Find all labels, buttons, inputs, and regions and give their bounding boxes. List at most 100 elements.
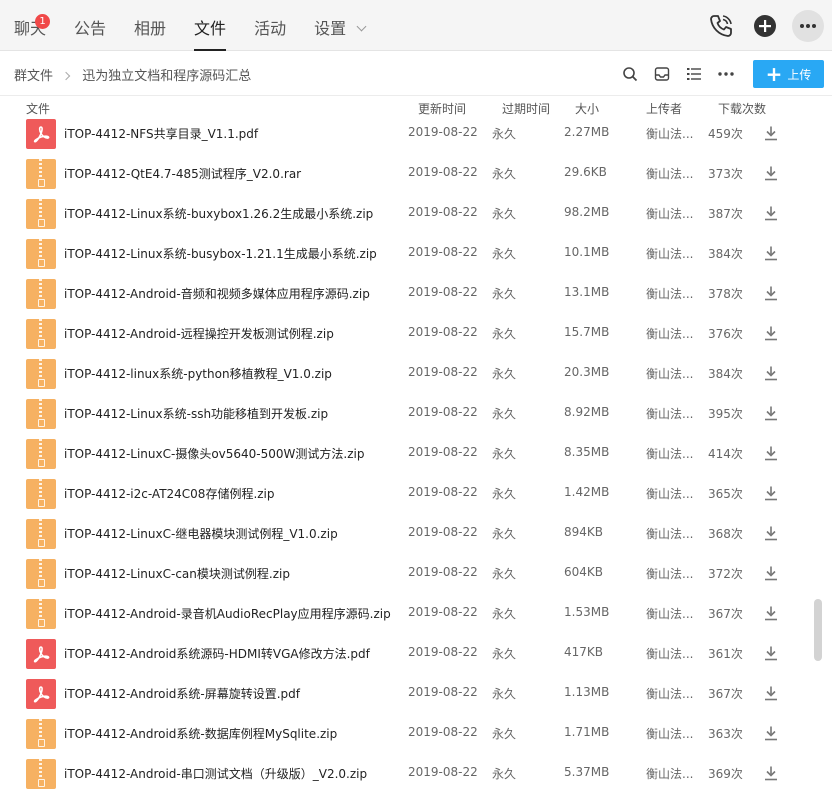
download-icon[interactable] — [763, 445, 779, 461]
phone-icon[interactable] — [706, 11, 736, 41]
table-row[interactable]: iTOP-4412-Linux系统-buxybox1.26.2生成最小系统.zi… — [0, 198, 810, 238]
download-icon[interactable] — [763, 125, 779, 141]
search-icon[interactable] — [619, 63, 641, 85]
table-row[interactable]: iTOP-4412-Android-远程操控开发板测试例程.zip 2019-08… — [0, 318, 810, 358]
pdf-file-icon — [26, 679, 56, 709]
download-icon[interactable] — [763, 685, 779, 701]
upload-button[interactable]: + 上传 — [753, 60, 824, 88]
more-icon[interactable] — [715, 63, 737, 85]
download-icon[interactable] — [763, 245, 779, 261]
zip-file-icon — [26, 199, 56, 229]
file-download-count: 378次 — [708, 287, 743, 301]
table-row[interactable]: iTOP-4412-QtE4.7-485测试程序_V2.0.rar 2019-08… — [0, 158, 810, 198]
scroll-thumb[interactable] — [814, 599, 822, 661]
file-updated-date: 2019-08-22 — [408, 725, 478, 739]
file-name[interactable]: iTOP-4412-LinuxC-can模块测试例程.zip — [64, 565, 290, 582]
file-name[interactable]: iTOP-4412-Android系统-数据库例程MySqlite.zip — [64, 725, 337, 742]
table-row[interactable]: iTOP-4412-Android系统源码-HDMI转VGA修改方法.pdf 20… — [0, 638, 810, 678]
file-name[interactable]: iTOP-4412-LinuxC-摄像头ov5640-500W测试方法.zip — [64, 445, 364, 462]
download-icon[interactable] — [763, 165, 779, 181]
file-updated-date: 2019-08-22 — [408, 765, 478, 779]
table-row[interactable]: iTOP-4412-Android系统-数据库例程MySqlite.zip 201… — [0, 718, 810, 758]
download-icon[interactable] — [763, 525, 779, 541]
file-name[interactable]: iTOP-4412-Android系统源码-HDMI转VGA修改方法.pdf — [64, 645, 370, 662]
file-name[interactable]: iTOP-4412-Linux系统-ssh功能移植到开发板.zip — [64, 405, 328, 422]
download-icon[interactable] — [763, 605, 779, 621]
tab-files[interactable]: 文件 — [180, 0, 240, 51]
tab-album[interactable]: 相册 — [120, 0, 180, 51]
table-row[interactable]: iTOP-4412-LinuxC-can模块测试例程.zip 2019-08-22… — [0, 558, 810, 598]
download-icon[interactable] — [763, 325, 779, 341]
file-updated-date: 2019-08-22 — [408, 245, 478, 259]
file-name[interactable]: iTOP-4412-Android-远程操控开发板测试例程.zip — [64, 325, 334, 342]
table-row[interactable]: iTOP-4412-Linux系统-busybox-1.21.1生成最小系统.z… — [0, 238, 810, 278]
download-icon[interactable] — [763, 365, 779, 381]
tab-chat[interactable]: 聊天 1 — [0, 0, 60, 51]
column-header-updated[interactable]: 更新时间 — [418, 100, 466, 117]
column-header-uploader[interactable]: 上传者 — [646, 100, 682, 117]
file-expiration: 永久 — [492, 687, 517, 701]
file-name[interactable]: iTOP-4412-i2c-AT24C08存储例程.zip — [64, 485, 275, 502]
file-size: 1.71MB — [564, 725, 610, 739]
file-uploader: 衡山法... — [646, 527, 694, 541]
column-header-name[interactable]: 文件 — [26, 100, 50, 117]
file-name[interactable]: iTOP-4412-Android-录音机AudioRecPlay应用程序源码.… — [64, 605, 391, 622]
download-icon[interactable] — [763, 645, 779, 661]
file-expiration: 永久 — [492, 767, 517, 781]
download-icon[interactable] — [763, 405, 779, 421]
table-row[interactable]: iTOP-4412-Android-音频和视频多媒体应用程序源码.zip 2019… — [0, 278, 810, 318]
tab-settings[interactable]: 设置 — [300, 0, 379, 51]
file-download-count: 369次 — [708, 767, 743, 781]
file-size: 98.2MB — [564, 205, 610, 219]
inbox-icon[interactable] — [651, 63, 673, 85]
table-row[interactable]: iTOP-4412-Linux系统-ssh功能移植到开发板.zip 2019-08… — [0, 398, 810, 438]
more-icon[interactable] — [792, 9, 824, 42]
file-expiration: 永久 — [492, 127, 517, 141]
file-updated-date: 2019-08-22 — [408, 565, 478, 579]
download-icon[interactable] — [763, 485, 779, 501]
breadcrumb-root[interactable]: 群文件 — [14, 69, 53, 84]
file-download-count: 384次 — [708, 247, 743, 261]
file-name[interactable]: iTOP-4412-Linux系统-busybox-1.21.1生成最小系统.z… — [64, 245, 377, 262]
column-header-size[interactable]: 大小 — [575, 100, 599, 117]
download-icon[interactable] — [763, 725, 779, 741]
add-circle-icon[interactable] — [750, 11, 780, 41]
file-uploader: 衡山法... — [646, 287, 694, 301]
table-row[interactable]: iTOP-4412-LinuxC-摄像头ov5640-500W测试方法.zip 2… — [0, 438, 810, 478]
file-name[interactable]: iTOP-4412-Linux系统-buxybox1.26.2生成最小系统.zi… — [64, 205, 373, 222]
file-name[interactable]: iTOP-4412-Android-串口测试文档（升级版）_V2.0.zip — [64, 765, 367, 782]
tab-label: 设置 — [314, 19, 347, 38]
table-row[interactable]: iTOP-4412-linux系统-python移植教程_V1.0.zip 201… — [0, 358, 810, 398]
file-expiration: 永久 — [492, 527, 517, 541]
column-header-downloads[interactable]: 下载次数 — [718, 100, 766, 117]
tab-label: 公告 — [74, 19, 107, 38]
table-row[interactable]: iTOP-4412-Android-串口测试文档（升级版）_V2.0.zip 20… — [0, 758, 810, 794]
table-row[interactable]: iTOP-4412-i2c-AT24C08存储例程.zip 2019-08-22 永… — [0, 478, 810, 518]
file-name[interactable]: iTOP-4412-Android系统-屏幕旋转设置.pdf — [64, 685, 300, 702]
table-row[interactable]: iTOP-4412-Android-录音机AudioRecPlay应用程序源码.… — [0, 598, 810, 638]
upload-label: 上传 — [787, 67, 812, 82]
file-expiration: 永久 — [492, 327, 517, 341]
file-name[interactable]: iTOP-4412-linux系统-python移植教程_V1.0.zip — [64, 365, 332, 382]
file-name[interactable]: iTOP-4412-LinuxC-继电器模块测试例程_V1.0.zip — [64, 525, 338, 542]
file-name[interactable]: iTOP-4412-QtE4.7-485测试程序_V2.0.rar — [64, 165, 301, 182]
file-name[interactable]: iTOP-4412-NFS共享目录_V1.1.pdf — [64, 125, 258, 142]
download-icon[interactable] — [763, 565, 779, 581]
table-row[interactable]: iTOP-4412-LinuxC-继电器模块测试例程_V1.0.zip 2019-… — [0, 518, 810, 558]
table-row[interactable]: iTOP-4412-Android系统-屏幕旋转设置.pdf 2019-08-22… — [0, 678, 810, 718]
column-header-expires[interactable]: 过期时间 — [502, 100, 550, 117]
table-row[interactable]: iTOP-4412-NFS共享目录_V1.1.pdf 2019-08-22 永久 2.… — [0, 118, 810, 158]
download-icon[interactable] — [763, 285, 779, 301]
zip-file-icon — [26, 359, 56, 389]
file-size: 604KB — [564, 565, 604, 579]
zip-file-icon — [26, 399, 56, 429]
file-size: 15.7MB — [564, 325, 610, 339]
scrollbar[interactable] — [812, 118, 824, 794]
file-name[interactable]: iTOP-4412-Android-音频和视频多媒体应用程序源码.zip — [64, 285, 370, 302]
tab-activities[interactable]: 活动 — [240, 0, 300, 51]
download-icon[interactable] — [763, 205, 779, 221]
file-size: 1.13MB — [564, 685, 610, 699]
list-view-icon[interactable] — [683, 63, 705, 85]
download-icon[interactable] — [763, 765, 779, 781]
tab-announcements[interactable]: 公告 — [60, 0, 120, 51]
